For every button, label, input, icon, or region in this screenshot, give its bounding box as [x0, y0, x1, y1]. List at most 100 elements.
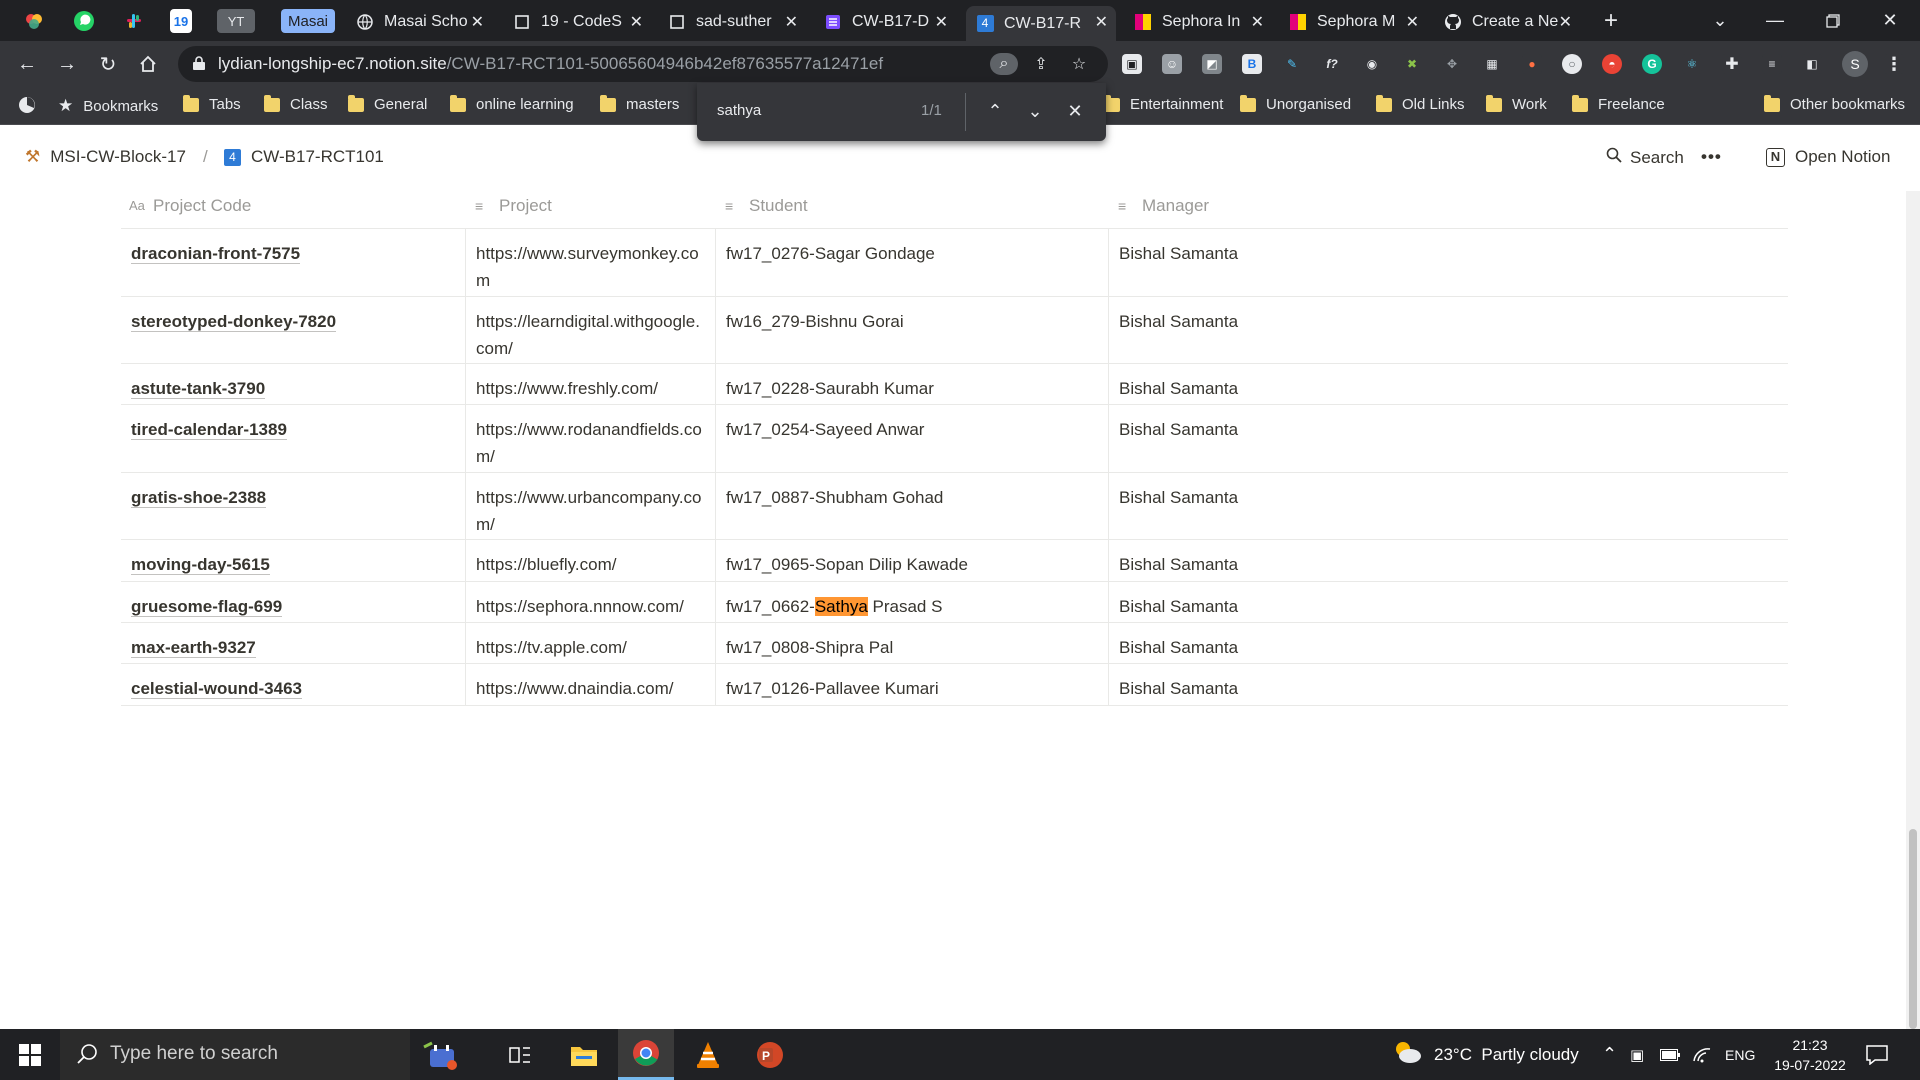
home-icon[interactable] [133, 49, 163, 79]
close-tab-icon[interactable]: ✕ [471, 12, 484, 32]
close-tab-icon[interactable]: ✕ [785, 12, 798, 32]
bookmark-folder-entertainment[interactable]: Entertainment [1104, 94, 1223, 113]
project-code-link[interactable]: gratis-shoe-2388 [131, 488, 267, 508]
student-cell[interactable]: fw17_0126-Pallavee Kumari [715, 664, 1108, 705]
manager-cell[interactable]: Bishal Samanta [1108, 664, 1788, 705]
table-row[interactable]: max-earth-9327 https://tv.apple.com/ fw1… [121, 623, 1788, 664]
bookmark-folder-work[interactable]: Work [1486, 94, 1547, 113]
powerpoint-icon[interactable]: P [742, 1029, 798, 1080]
manager-cell[interactable]: Bishal Samanta [1108, 473, 1788, 539]
extension-move-icon[interactable]: ✥ [1442, 54, 1462, 74]
wifi-icon[interactable] [1692, 1029, 1712, 1080]
project-code-cell[interactable]: stereotyped-donkey-7820 [121, 297, 465, 363]
notion-search-button[interactable]: Search [1606, 147, 1684, 168]
new-tab-plus-icon[interactable]: + [1598, 7, 1624, 34]
extension-b-icon[interactable]: B [1242, 54, 1262, 74]
project-url-cell[interactable]: https://sephora.nnnow.com/ [465, 582, 715, 622]
project-code-cell[interactable]: tired-calendar-1389 [121, 405, 465, 472]
student-cell[interactable]: fw16_279-Bishnu Gorai [715, 297, 1108, 363]
weather-widget[interactable]: 23°C Partly cloudy [1392, 1029, 1579, 1080]
extension-layout-icon[interactable]: ▦ [1482, 54, 1502, 74]
extension-circle-icon[interactable]: ○ [1562, 54, 1582, 74]
vlc-icon[interactable] [680, 1029, 736, 1080]
task-view-icon[interactable] [492, 1029, 548, 1080]
bookmark-folder-tabs[interactable]: Tabs [183, 94, 241, 113]
media-queue-icon[interactable]: ≡ [1762, 54, 1782, 74]
project-code-link[interactable]: astute-tank-3790 [131, 379, 266, 399]
student-cell[interactable]: fw17_0254-Sayeed Anwar [715, 405, 1108, 472]
notification-center-icon[interactable] [1866, 1029, 1888, 1080]
project-code-cell[interactable]: gratis-shoe-2388 [121, 473, 465, 539]
chevron-up-icon[interactable]: ⌃ [983, 99, 1007, 123]
project-url-cell[interactable]: https://www.dnaindia.com/ [465, 664, 715, 705]
manager-cell[interactable]: Bishal Samanta [1108, 364, 1788, 404]
taskbar-search-box[interactable]: Type here to search [60, 1029, 410, 1080]
extension-person-icon[interactable]: ☺ [1162, 54, 1182, 74]
back-arrow-icon[interactable]: ← [12, 49, 42, 79]
project-code-link[interactable]: gruesome-flag-699 [131, 597, 283, 617]
close-tab-icon[interactable]: ✕ [1251, 12, 1264, 32]
meet-now-icon[interactable]: ▣ [1630, 1029, 1644, 1080]
manager-cell[interactable]: Bishal Samanta [1108, 229, 1788, 296]
extension-formula-icon[interactable]: f? [1322, 54, 1342, 74]
tab-sephora-m[interactable]: Sephora M ✕ [1279, 6, 1427, 37]
chevron-down-icon[interactable]: ⌄ [1023, 99, 1047, 123]
table-row[interactable]: moving-day-5615 https://bluefly.com/ fw1… [121, 540, 1788, 582]
project-code-link[interactable]: draconian-front-7575 [131, 244, 301, 264]
extension-pokeball-icon[interactable]: ◓ [1602, 54, 1622, 74]
bookmark-folder-class[interactable]: Class [264, 94, 328, 113]
bookmark-star-icon[interactable]: ☆ [1068, 53, 1090, 75]
project-url-cell[interactable]: https://bluefly.com/ [465, 540, 715, 581]
close-tab-icon[interactable]: ✕ [1406, 12, 1419, 32]
apps-icon[interactable] [18, 96, 36, 114]
react-devtools-icon[interactable]: ⚛ [1682, 54, 1702, 74]
project-url-cell[interactable]: https://www.surveymonkey.com [465, 229, 715, 296]
grammarly-icon[interactable]: G [1642, 54, 1662, 74]
project-code-cell[interactable]: gruesome-flag-699 [121, 582, 465, 622]
tab-github-create[interactable]: Create a Ne ✕ [1434, 6, 1580, 37]
scrollbar-thumb[interactable] [1909, 829, 1917, 1029]
student-cell[interactable]: fw17_0965-Sopan Dilip Kawade [715, 540, 1108, 581]
column-header-project[interactable]: ≡ Project [475, 196, 552, 216]
windows-start-icon[interactable] [0, 1029, 60, 1080]
project-code-link[interactable]: max-earth-9327 [131, 638, 256, 658]
project-url-cell[interactable]: https://www.rodanandfields.com/ [465, 405, 715, 472]
extension-page-icon[interactable]: ◩ [1202, 54, 1222, 74]
table-row[interactable]: stereotyped-donkey-7820 https://learndig… [121, 297, 1788, 364]
colorful-app-icon[interactable] [22, 9, 46, 33]
project-url-cell[interactable]: https://www.urbancompany.com/ [465, 473, 715, 539]
project-code-link[interactable]: tired-calendar-1389 [131, 420, 287, 440]
table-row[interactable]: astute-tank-3790 https://www.freshly.com… [121, 364, 1788, 405]
vertical-scrollbar[interactable] [1906, 191, 1920, 1029]
extensions-puzzle-icon[interactable]: ✚ [1722, 54, 1742, 74]
address-bar[interactable]: lydian-longship-ec7.notion.site/CW-B17-R… [178, 46, 1108, 82]
project-code-link[interactable]: stereotyped-donkey-7820 [131, 312, 337, 332]
extension-drop-icon[interactable]: ● [1522, 54, 1542, 74]
breadcrumb-page[interactable]: 4 CW-B17-RCT101 [224, 147, 384, 167]
clock[interactable]: 21:23 19-07-2022 [1771, 1029, 1849, 1080]
column-header-project-code[interactable]: Aa Project Code [129, 196, 251, 216]
bookmark-folder-freelance[interactable]: Freelance [1572, 94, 1665, 113]
manager-cell[interactable]: Bishal Samanta [1108, 405, 1788, 472]
tab-cw-b17-rct101[interactable]: 4 CW-B17-R ✕ [966, 6, 1116, 41]
file-explorer-icon[interactable] [556, 1029, 612, 1080]
table-row[interactable]: celestial-wound-3463 https://www.dnaindi… [121, 664, 1788, 706]
student-cell[interactable]: fw17_0808-Shipra Pal [715, 623, 1108, 663]
find-input[interactable]: sathya [717, 102, 761, 119]
bookmark-folder-masters[interactable]: masters [600, 94, 679, 113]
project-code-link[interactable]: celestial-wound-3463 [131, 679, 303, 699]
masai-tab-group[interactable]: Masai [281, 9, 335, 33]
close-window-icon[interactable]: ✕ [1867, 0, 1913, 41]
tab-sad-sutherland[interactable]: sad-suther ✕ [658, 6, 806, 37]
extension-camera-icon[interactable]: ◉ [1362, 54, 1382, 74]
forward-arrow-icon[interactable]: → [52, 49, 82, 79]
manager-cell[interactable]: Bishal Samanta [1108, 623, 1788, 663]
share-icon[interactable]: ⇪ [1030, 53, 1052, 75]
project-url-cell[interactable]: https://www.freshly.com/ [465, 364, 715, 404]
whatsapp-icon[interactable] [71, 9, 97, 33]
table-row[interactable]: tired-calendar-1389 https://www.rodanand… [121, 405, 1788, 473]
table-row[interactable]: gruesome-flag-699 https://sephora.nnnow.… [121, 582, 1788, 623]
chrome-taskbar-icon[interactable] [618, 1029, 674, 1080]
project-code-cell[interactable]: astute-tank-3790 [121, 364, 465, 404]
column-header-manager[interactable]: ≡ Manager [1118, 196, 1209, 216]
